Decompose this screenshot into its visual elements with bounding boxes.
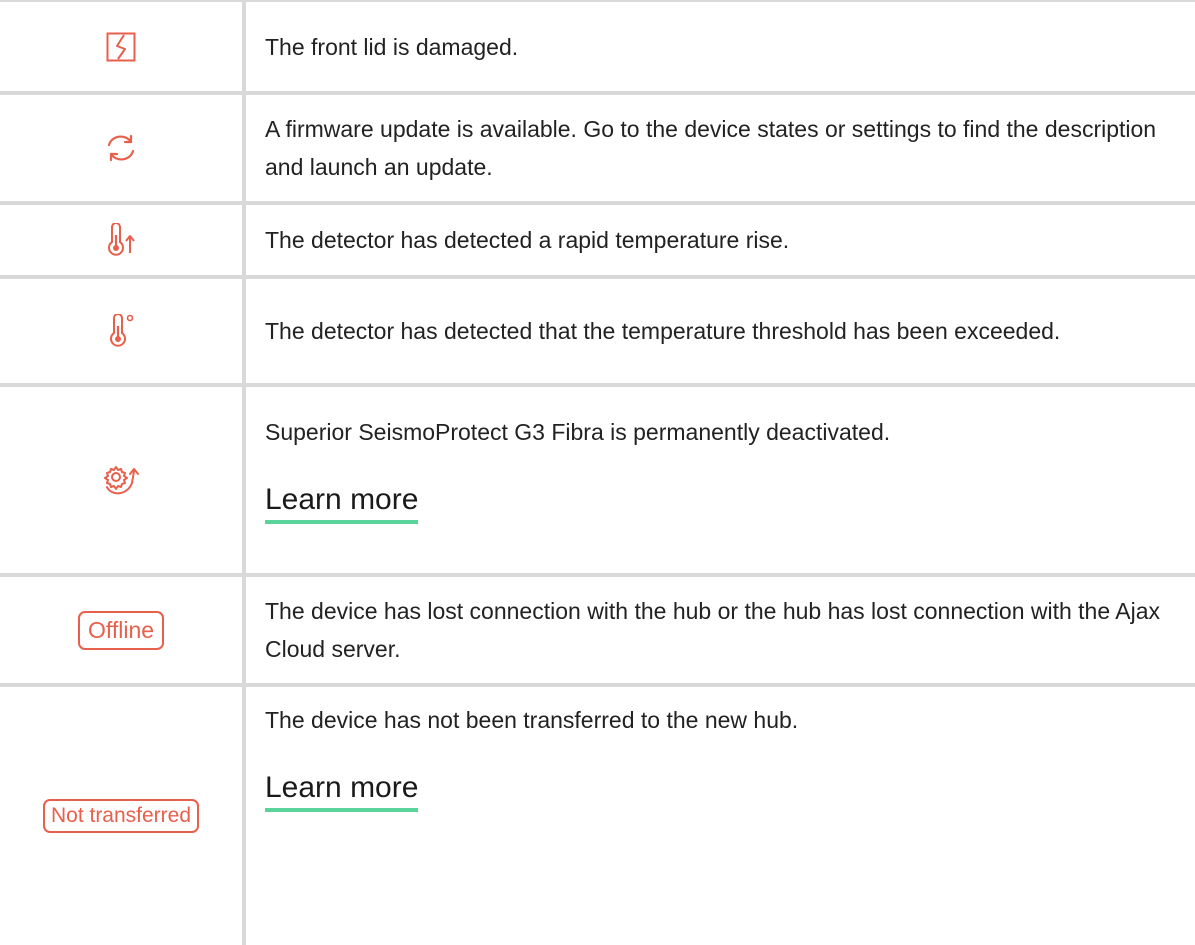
description-cell: A firmware update is available. Go to th… [242, 91, 1195, 205]
row-description: The device has lost connection with the … [265, 598, 1161, 662]
description-cell: Superior SeismoProtect G3 Fibra is perma… [242, 383, 1195, 577]
description-cell: The device has lost connection with the … [242, 573, 1195, 687]
temperature-rise-icon [108, 223, 135, 256]
icon-cell: Not transferred [0, 683, 246, 945]
description-cell: The detector has detected a rapid temper… [242, 201, 1195, 279]
table-row: A firmware update is available. Go to th… [0, 91, 1195, 205]
description-cell: The front lid is damaged. [242, 0, 1195, 95]
row-description: Superior SeismoProtect G3 Fibra is perma… [265, 418, 891, 445]
icon-cell [0, 201, 246, 279]
table-row: Not transferred The device has not been … [0, 683, 1195, 945]
icon-cell [0, 0, 246, 95]
lid-damaged-icon [106, 32, 136, 61]
description-cell: The device has not been transferred to t… [242, 683, 1195, 945]
device-status-table: The front lid is damaged. A firmware upd… [0, 0, 1195, 945]
description-cell: The detector has detected that the tempe… [242, 275, 1195, 387]
icon-cell [0, 275, 246, 387]
table-row: Offline The device has lost connection w… [0, 573, 1195, 687]
learn-more-link[interactable]: Learn more [265, 481, 419, 524]
firmware-update-icon [107, 134, 135, 162]
learn-more-link[interactable]: Learn more [265, 769, 419, 812]
icon-cell: Offline [0, 573, 246, 687]
table-row: The detector has detected a rapid temper… [0, 201, 1195, 279]
not-transferred-badge: Not transferred [42, 799, 200, 833]
offline-badge: Offline [77, 610, 165, 650]
permanently-deactivated-icon [104, 466, 139, 495]
row-description: The detector has detected that the tempe… [265, 318, 1061, 344]
table-row: The front lid is damaged. [0, 0, 1195, 95]
row-description: A firmware update is available. Go to th… [265, 116, 1157, 180]
icon-cell [0, 383, 246, 577]
table-row: The detector has detected that the tempe… [0, 275, 1195, 387]
icon-cell [0, 91, 246, 205]
table-row: Superior SeismoProtect G3 Fibra is perma… [0, 383, 1195, 577]
temperature-threshold-icon [110, 314, 134, 347]
row-description: The front lid is damaged. [265, 33, 519, 60]
row-description: The detector has detected a rapid temper… [265, 227, 790, 253]
row-description: The device has not been transferred to t… [265, 707, 799, 733]
